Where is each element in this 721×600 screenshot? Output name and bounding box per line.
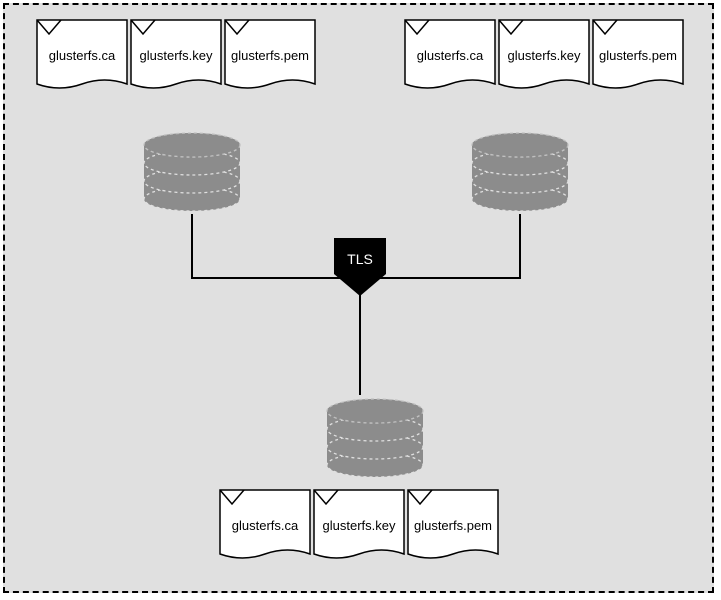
node-tl-file-ca-label: glusterfs.ca	[49, 48, 116, 63]
tls-label: TLS	[347, 251, 373, 267]
node-bottom-file-key-label: glusterfs.key	[323, 518, 396, 533]
node-bottom-file-ca: glusterfs.ca	[220, 490, 310, 558]
node-bottom-file-key: glusterfs.key	[314, 490, 404, 558]
database-top-left	[144, 133, 240, 211]
node-tl-file-pem: glusterfs.pem	[225, 20, 315, 88]
node-bottom-file-pem: glusterfs.pem	[408, 490, 498, 558]
node-bottom-file-ca-label: glusterfs.ca	[232, 518, 299, 533]
node-tr-file-ca: glusterfs.ca	[405, 20, 495, 88]
tls-badge: TLS	[334, 238, 386, 296]
node-tl-file-key: glusterfs.key	[131, 20, 221, 88]
database-top-right	[472, 133, 568, 211]
node-tl-file-pem-label: glusterfs.pem	[231, 48, 309, 63]
node-tl-file-ca: glusterfs.ca	[37, 20, 127, 88]
database-bottom	[327, 399, 423, 477]
node-tr-file-pem: glusterfs.pem	[593, 20, 683, 88]
node-bottom-file-pem-label: glusterfs.pem	[414, 518, 492, 533]
node-tr-file-pem-label: glusterfs.pem	[599, 48, 677, 63]
node-tr-file-key: glusterfs.key	[499, 20, 589, 88]
node-tr-file-key-label: glusterfs.key	[508, 48, 581, 63]
node-tr-file-ca-label: glusterfs.ca	[417, 48, 484, 63]
node-tl-file-key-label: glusterfs.key	[140, 48, 213, 63]
